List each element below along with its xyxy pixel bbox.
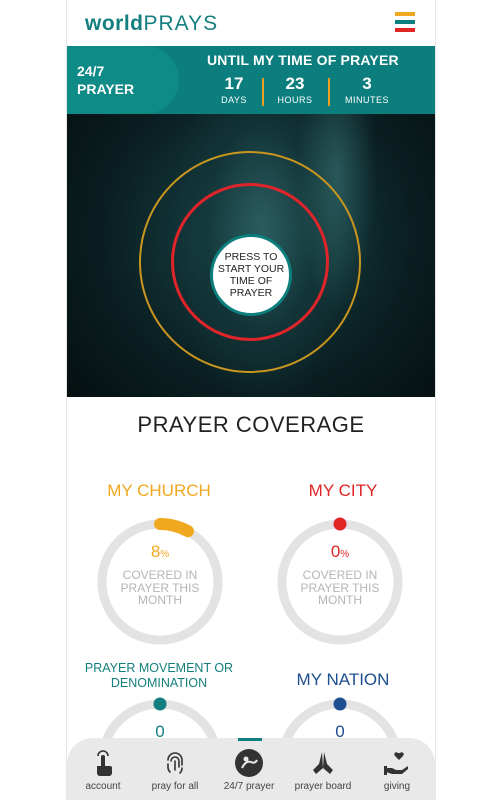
touch-hand-icon [97,750,112,776]
countdown-hours: 23 HOURS [277,74,313,105]
my-nation-label: MY NATION [296,670,390,689]
nav-pray-for-all[interactable]: pray for all [139,748,211,792]
fingerprint-icon [167,752,183,774]
praying-hands-icon [313,752,333,774]
countdown-title: UNTIL MY TIME OF PRAYER [207,52,399,68]
countdown-minutes: 3 MINUTES [345,74,389,105]
start-prayer-button[interactable]: PRESS TO START YOUR TIME OF PRAYER [210,234,292,316]
app-header: worldPRAYS [67,0,435,46]
movement-label: PRAYER MOVEMENT OR DENOMINATION [84,661,234,690]
church-coverage-desc: COVERED IN PRAYER THIS MONTH [120,568,200,607]
my-city-label: MY CITY [308,481,378,500]
prayer-hero-image: PRESS TO START YOUR TIME OF PRAYER [67,114,435,397]
my-church-label: MY CHURCH [107,481,211,500]
hamburger-menu-icon[interactable] [395,12,415,36]
city-coverage-desc: COVERED IN PRAYER THIS MONTH [300,568,380,607]
prayer-247-tab[interactable]: 24/7 PRAYER [67,46,179,114]
countdown-separator [328,78,330,106]
giving-hand-heart-icon [384,752,408,775]
active-tab-indicator [238,738,262,741]
church-coverage-percent: 8% [150,542,170,561]
praying-person-icon [235,749,263,777]
bottom-navigation: account pray for all 24/7 prayer prayer … [67,738,435,800]
prayer-coverage-title: PRAYER COVERAGE [137,412,365,437]
nav-account[interactable]: account [67,748,139,792]
nav-giving[interactable]: giving [361,748,433,792]
prayer-countdown-banner: 24/7 PRAYER UNTIL MY TIME OF PRAYER 17 DAY… [67,46,435,114]
city-coverage-gauge[interactable]: 0% COVERED IN PRAYER THIS MONTH [275,517,405,647]
city-coverage-percent: 0% [330,542,350,561]
countdown-days: 17 DAYS [221,74,247,105]
nav-247-prayer[interactable]: 24/7 prayer [213,748,285,792]
nav-prayer-board[interactable]: prayer board [287,748,359,792]
app-frame: worldPRAYS 24/7 PRAYER UNTIL MY TIME OF P… [66,0,436,800]
church-coverage-gauge[interactable]: 8% COVERED IN PRAYER THIS MONTH [95,517,225,647]
worldprays-logo[interactable]: worldPRAYS [85,12,218,36]
countdown-separator [262,78,264,106]
